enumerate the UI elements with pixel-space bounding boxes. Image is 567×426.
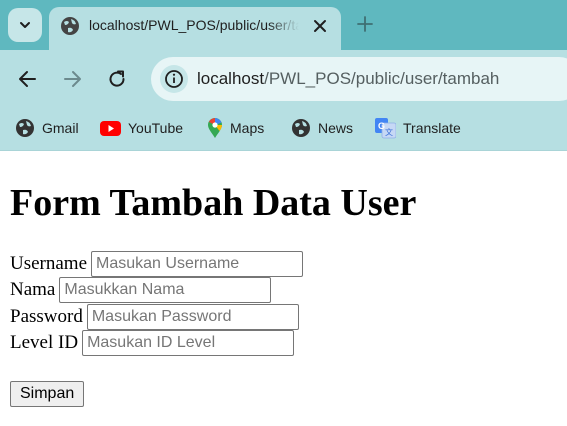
chevron-down-icon <box>20 22 30 28</box>
tab-title: localhost/PWL_POS/public/user/tambah <box>89 17 299 33</box>
level-id-input[interactable] <box>82 330 295 356</box>
nama-label: Nama <box>10 279 56 300</box>
active-tab[interactable]: localhost/PWL_POS/public/user/tambah <box>49 7 341 50</box>
close-icon[interactable] <box>311 17 329 35</box>
username-row: Username <box>10 251 304 277</box>
bookmark-gmail[interactable]: Gmail <box>15 117 79 139</box>
globe-icon <box>16 119 34 137</box>
back-arrow-icon[interactable] <box>17 68 39 90</box>
tab-search-button[interactable] <box>8 8 42 42</box>
reload-icon[interactable] <box>106 68 128 90</box>
browser-toolbar: localhost/PWL_POS/public/user/tambah <box>0 50 567 108</box>
level-id-label: Level ID <box>10 332 79 353</box>
nama-input[interactable] <box>59 277 272 303</box>
password-row: Password <box>10 304 299 330</box>
bookmark-youtube[interactable]: YouTube <box>100 117 183 139</box>
nama-row: Nama <box>10 277 272 303</box>
password-input[interactable] <box>86 304 299 330</box>
youtube-icon <box>100 120 121 136</box>
bookmark-label: Translate <box>403 120 461 136</box>
tab-strip: localhost/PWL_POS/public/user/tambah <box>0 0 567 50</box>
translate-icon: G 文 <box>375 117 396 138</box>
bookmark-maps[interactable]: Maps <box>207 117 264 139</box>
url-host: localhost <box>197 69 265 88</box>
bookmark-label: Gmail <box>42 120 79 136</box>
bookmarks-bar: Gmail YouTube Maps News G 文 Translate <box>0 108 567 151</box>
address-bar[interactable]: localhost/PWL_POS/public/user/tambah <box>151 57 567 101</box>
site-info-icon[interactable] <box>159 64 189 94</box>
svg-text:G: G <box>378 121 385 131</box>
maps-pin-icon <box>208 118 222 138</box>
username-label: Username <box>10 253 88 274</box>
page-title: Form Tambah Data User <box>10 182 417 224</box>
save-button[interactable]: Simpan <box>10 381 85 407</box>
bookmark-news[interactable]: News <box>291 117 353 139</box>
username-input[interactable] <box>91 251 304 277</box>
globe-icon <box>292 119 310 137</box>
bookmark-label: News <box>318 120 354 136</box>
globe-icon <box>61 17 79 35</box>
bookmark-label: Maps <box>230 120 265 136</box>
new-tab-icon[interactable] <box>356 15 374 33</box>
bookmark-translate[interactable]: G 文 Translate <box>375 117 461 139</box>
forward-arrow-icon[interactable] <box>61 68 83 90</box>
svg-text:文: 文 <box>385 127 393 137</box>
bookmark-label: YouTube <box>128 120 184 136</box>
url-path: /PWL_POS/public/user/tambah <box>264 69 500 88</box>
password-label: Password <box>10 306 83 327</box>
level-id-row: Level ID <box>10 330 295 356</box>
address-url: localhost/PWL_POS/public/user/tambah <box>197 69 499 89</box>
